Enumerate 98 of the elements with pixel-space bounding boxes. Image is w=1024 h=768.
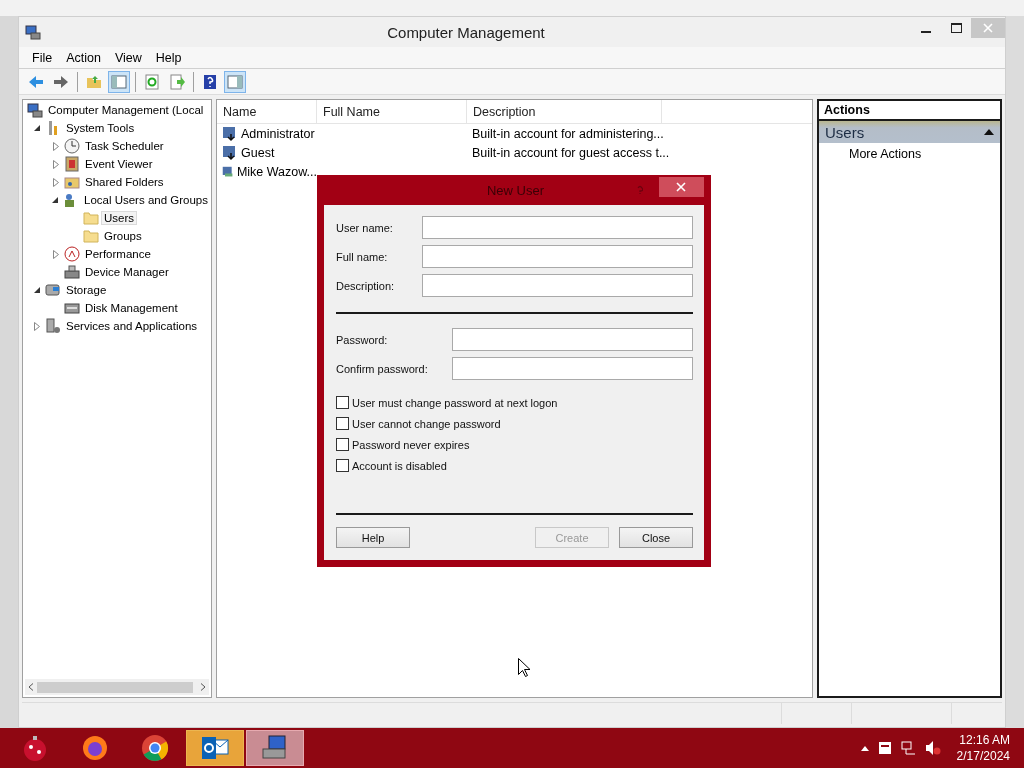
help-icon	[202, 73, 218, 90]
device-icon	[64, 264, 80, 280]
column-header[interactable]: Description	[467, 100, 662, 123]
tree-item[interactable]: Performance	[82, 247, 154, 261]
scroll-right-icon	[200, 683, 206, 691]
menu-item[interactable]: Help	[148, 50, 189, 65]
tree-item[interactable]: Local Users and Groups	[81, 193, 211, 207]
tree-item[interactable]: Storage	[63, 283, 110, 297]
horizontal-scrollbar[interactable]	[25, 679, 209, 695]
tree-item[interactable]: Device Manager	[82, 265, 172, 279]
checkbox[interactable]	[336, 438, 349, 451]
expand-arrow-icon[interactable]	[53, 141, 59, 151]
folder-icon	[83, 210, 99, 226]
expand-arrow-icon[interactable]	[53, 159, 59, 169]
menu-item[interactable]: File	[25, 50, 60, 65]
user-icon	[222, 125, 238, 142]
tree-item[interactable]: Users	[101, 211, 138, 225]
field-label: Full name:	[336, 250, 389, 263]
field-label: Confirm password:	[336, 362, 429, 375]
dialog-title: New User	[485, 182, 545, 198]
export-icon	[169, 73, 185, 90]
computer-icon	[27, 102, 43, 118]
chrome-icon	[140, 733, 170, 763]
tree-item[interactable]: Event Viewer	[82, 157, 156, 171]
input-field[interactable]	[422, 274, 693, 297]
field-label: User name:	[336, 221, 394, 234]
tree-item[interactable]: Services and Applications	[63, 319, 201, 333]
window-title: Computer Management	[387, 23, 545, 41]
checkbox-label: Password never expires	[352, 438, 470, 451]
actions-section[interactable]: Users	[819, 121, 1000, 143]
menu-item[interactable]: Action	[59, 50, 108, 65]
mail-icon	[200, 734, 230, 762]
expand-arrow-icon[interactable]	[53, 177, 59, 187]
tree-item[interactable]: Disk Management	[82, 301, 181, 315]
folder-up-icon	[86, 73, 102, 90]
input-field[interactable]	[422, 245, 693, 268]
dialog-button[interactable]: Close	[619, 527, 693, 548]
expand-arrow-icon[interactable]	[34, 321, 40, 331]
network-icon[interactable]	[900, 740, 917, 756]
table-cell: Built-in account for guest access t...	[472, 145, 670, 160]
collapse-arrow-icon[interactable]	[52, 196, 59, 204]
forward-arrow-icon	[53, 73, 69, 90]
checkbox-label: User must change password at next logon	[352, 396, 558, 409]
taskbar-button[interactable]	[246, 730, 304, 766]
refresh-icon	[144, 73, 160, 90]
tree-item[interactable]: Computer Management (Local	[45, 103, 207, 117]
firefox-icon	[80, 733, 110, 763]
taskbar-button[interactable]	[186, 730, 244, 766]
column-header[interactable]: Name	[217, 100, 317, 123]
collapse-arrow-icon	[984, 129, 994, 135]
field-label: Description:	[336, 279, 396, 292]
field-label: Password:	[336, 333, 389, 346]
tree-item[interactable]: Task Scheduler	[82, 139, 167, 153]
clock-icon	[64, 138, 80, 154]
mouse-pointer-icon	[518, 658, 530, 677]
input-field[interactable]	[422, 216, 693, 239]
checkbox-label: Account is disabled	[352, 459, 447, 472]
input-field[interactable]	[452, 357, 693, 380]
clock[interactable]: 12:16 AM 2/17/2024	[956, 732, 1010, 764]
tree-item[interactable]: Groups	[101, 229, 145, 243]
checkbox-label: User cannot change password	[352, 417, 501, 430]
folder-icon	[83, 228, 99, 244]
flag-icon[interactable]	[876, 740, 893, 756]
expand-arrow-icon[interactable]	[53, 249, 59, 259]
user-icon	[222, 144, 238, 161]
table-cell[interactable]: Administrator	[241, 126, 315, 141]
checkbox[interactable]	[336, 417, 349, 430]
collapse-arrow-icon[interactable]	[33, 124, 41, 132]
gauge-icon	[64, 246, 80, 262]
minimize-icon	[921, 31, 931, 33]
checkbox[interactable]	[336, 396, 349, 409]
shared-folder-icon	[64, 174, 80, 190]
action-item[interactable]: More Actions	[819, 143, 1000, 165]
close-button[interactable]	[659, 177, 704, 197]
tree-pane-icon	[111, 73, 127, 90]
table-cell[interactable]: Mike Wazow...	[236, 164, 317, 179]
action-pane-icon	[227, 73, 243, 90]
tree-item[interactable]: Shared Folders	[82, 175, 167, 189]
maximize-icon	[950, 23, 962, 33]
speaker-muted-icon[interactable]	[924, 740, 941, 756]
table-cell[interactable]: Guest	[241, 145, 275, 160]
column-header[interactable]: Full Name	[317, 100, 467, 123]
scroll-left-icon	[28, 683, 34, 691]
close-icon	[983, 23, 993, 33]
close-icon	[676, 182, 687, 192]
tray-caret-icon[interactable]	[860, 745, 869, 751]
tree-item[interactable]: System Tools	[63, 121, 138, 135]
table-cell: Built-in account for administering...	[472, 126, 664, 141]
log-icon	[64, 156, 80, 172]
computer-icon	[25, 24, 41, 40]
checkbox[interactable]	[336, 459, 349, 472]
back-arrow-icon	[28, 73, 44, 90]
storage-icon	[45, 282, 61, 298]
services-icon	[45, 318, 61, 334]
input-field[interactable]	[452, 328, 693, 351]
menu-item[interactable]: View	[107, 50, 149, 65]
dialog-button[interactable]: Help	[336, 527, 410, 548]
collapse-arrow-icon[interactable]	[33, 286, 41, 294]
